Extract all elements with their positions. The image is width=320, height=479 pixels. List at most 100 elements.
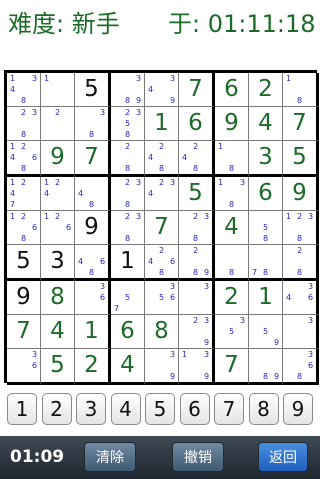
digit-button-8[interactable]: 8 <box>248 393 279 425</box>
sudoku-cell[interactable]: 6 <box>215 73 249 107</box>
sudoku-cell[interactable]: 4 <box>41 315 75 349</box>
sudoku-cell[interactable]: 57 <box>111 281 145 315</box>
sudoku-cell[interactable]: 3 <box>283 315 319 349</box>
sudoku-cell[interactable]: 8 <box>215 245 249 281</box>
sudoku-cell[interactable]: 35 <box>215 315 249 349</box>
pencil-note: 2 <box>158 246 165 255</box>
sudoku-cell[interactable]: 5 <box>75 73 111 107</box>
sudoku-cell[interactable]: 7 <box>215 349 249 385</box>
sudoku-cell[interactable]: 6 <box>249 177 283 211</box>
back-button[interactable]: 返回 <box>258 442 308 472</box>
sudoku-cell[interactable]: 89 <box>249 349 283 385</box>
sudoku-cell[interactable]: 9 <box>215 107 249 141</box>
sudoku-cell[interactable]: 5 <box>179 177 215 211</box>
sudoku-cell[interactable]: 1 <box>75 315 111 349</box>
sudoku-cell[interactable]: 123 8 <box>283 211 319 245</box>
sudoku-cell[interactable]: 39 <box>145 349 179 385</box>
sudoku-cell[interactable]: 3 <box>179 281 215 315</box>
sudoku-cell[interactable]: 7 <box>283 107 319 141</box>
sudoku-cell[interactable]: 9 <box>283 177 319 211</box>
digit-button-6[interactable]: 6 <box>179 393 210 425</box>
sudoku-cell[interactable]: 356 <box>145 281 179 315</box>
sudoku-cell[interactable]: 6 <box>179 107 215 141</box>
digit-button-2[interactable]: 2 <box>41 393 72 425</box>
sudoku-cell[interactable]: 24 68 <box>145 245 179 281</box>
sudoku-cell[interactable]: 4 <box>249 107 283 141</box>
sudoku-cell[interactable]: 124 7 <box>7 177 41 211</box>
sudoku-cell[interactable]: 3 4 9 <box>145 73 179 107</box>
sudoku-cell[interactable]: 7 <box>145 211 179 245</box>
sudoku-cell[interactable]: 28 <box>283 245 319 281</box>
sudoku-cell[interactable]: 5 <box>283 141 319 177</box>
sudoku-cell[interactable]: 36 <box>7 349 41 385</box>
sudoku-cell[interactable]: 2 <box>75 349 111 385</box>
entered-digit: 7 <box>84 144 99 170</box>
sudoku-cell[interactable]: 8 <box>145 315 179 349</box>
sudoku-cell[interactable]: 235 8 <box>111 107 145 141</box>
sudoku-cell[interactable]: 2 <box>41 107 75 141</box>
sudoku-cell[interactable]: 4 <box>215 211 249 245</box>
sudoku-cell[interactable]: 5 <box>41 349 75 385</box>
sudoku-cell[interactable]: 4 <box>111 349 145 385</box>
sudoku-cell[interactable]: 4 68 <box>75 245 111 281</box>
pencil-note: 8 <box>20 164 27 173</box>
sudoku-cell[interactable]: 1 <box>111 245 145 281</box>
sudoku-cell[interactable]: 23 8 <box>179 211 215 245</box>
sudoku-cell[interactable]: 59 <box>249 315 283 349</box>
sudoku-cell[interactable]: 23 8 <box>111 211 145 245</box>
sudoku-cell[interactable]: 7 <box>75 141 111 177</box>
sudoku-cell[interactable]: 1268 <box>7 211 41 245</box>
digit-button-3[interactable]: 3 <box>76 393 106 425</box>
sudoku-cell[interactable]: 9 <box>41 141 75 177</box>
sudoku-cell[interactable]: 6 <box>111 315 145 349</box>
digit-button-9[interactable]: 9 <box>283 393 313 425</box>
sudoku-cell[interactable]: 2 <box>215 281 249 315</box>
undo-button[interactable]: 撤销 <box>172 442 224 472</box>
sudoku-cell[interactable]: 5 <box>7 245 41 281</box>
sudoku-cell[interactable]: 7 <box>7 315 41 349</box>
sudoku-cell[interactable]: 38 <box>75 107 111 141</box>
sudoku-cell[interactable]: 1 3 9 <box>179 349 215 385</box>
difficulty-label: 难度: 新手 <box>8 10 120 38</box>
sudoku-cell[interactable]: 1 3 48 <box>7 73 41 107</box>
sudoku-cell[interactable]: 126 <box>41 211 75 245</box>
digit-button-7[interactable]: 7 <box>214 393 244 425</box>
sudoku-cell[interactable]: 23 8 <box>111 177 145 211</box>
pencil-note: 3 <box>307 282 314 291</box>
digit-button-4[interactable]: 4 <box>110 393 141 425</box>
sudoku-cell[interactable]: 23 8 <box>7 107 41 141</box>
sudoku-cell[interactable]: 3 89 <box>111 73 145 107</box>
sudoku-cell[interactable]: 3 <box>41 245 75 281</box>
sudoku-cell[interactable]: 1 3 8 <box>215 177 249 211</box>
sudoku-cell[interactable]: 8 <box>41 281 75 315</box>
sudoku-cell[interactable]: 9 <box>7 281 41 315</box>
sudoku-cell[interactable]: 18 <box>215 141 249 177</box>
sudoku-cell[interactable]: 2 89 <box>179 245 215 281</box>
sudoku-cell[interactable]: 18 <box>283 73 319 107</box>
sudoku-cell[interactable]: 248 <box>145 141 179 177</box>
sudoku-cell[interactable]: 3 68 <box>283 349 319 385</box>
sudoku-cell[interactable]: 1 <box>145 107 179 141</box>
sudoku-cell[interactable]: 23 9 <box>179 315 215 349</box>
sudoku-cell[interactable]: 3 <box>249 141 283 177</box>
sudoku-cell[interactable]: 78 <box>249 245 283 281</box>
sudoku-cell[interactable]: 1 <box>249 281 283 315</box>
digit-button-1[interactable]: 1 <box>7 393 37 425</box>
sudoku-cell[interactable]: 2 <box>249 73 283 107</box>
sudoku-cell[interactable]: 48 <box>75 177 111 211</box>
sudoku-cell[interactable]: 124 68 <box>7 141 41 177</box>
sudoku-cell[interactable]: 9 <box>75 211 111 245</box>
entered-digit: 7 <box>154 214 169 240</box>
digit-button-5[interactable]: 5 <box>145 393 175 425</box>
sudoku-cell[interactable]: 248 <box>179 141 215 177</box>
sudoku-cell[interactable]: 1 <box>41 73 75 107</box>
sudoku-cell[interactable]: 58 <box>249 211 283 245</box>
sudoku-cell[interactable]: 36 <box>75 281 111 315</box>
sudoku-cell[interactable]: 124 <box>41 177 75 211</box>
sudoku-cell[interactable]: 7 <box>179 73 215 107</box>
pencil-note: 1 <box>285 74 292 83</box>
clear-button[interactable]: 清除 <box>84 442 136 472</box>
sudoku-cell[interactable]: 28 <box>111 141 145 177</box>
sudoku-cell[interactable]: 3 4 6 <box>283 281 319 315</box>
sudoku-cell[interactable]: 23 4 <box>145 177 179 211</box>
